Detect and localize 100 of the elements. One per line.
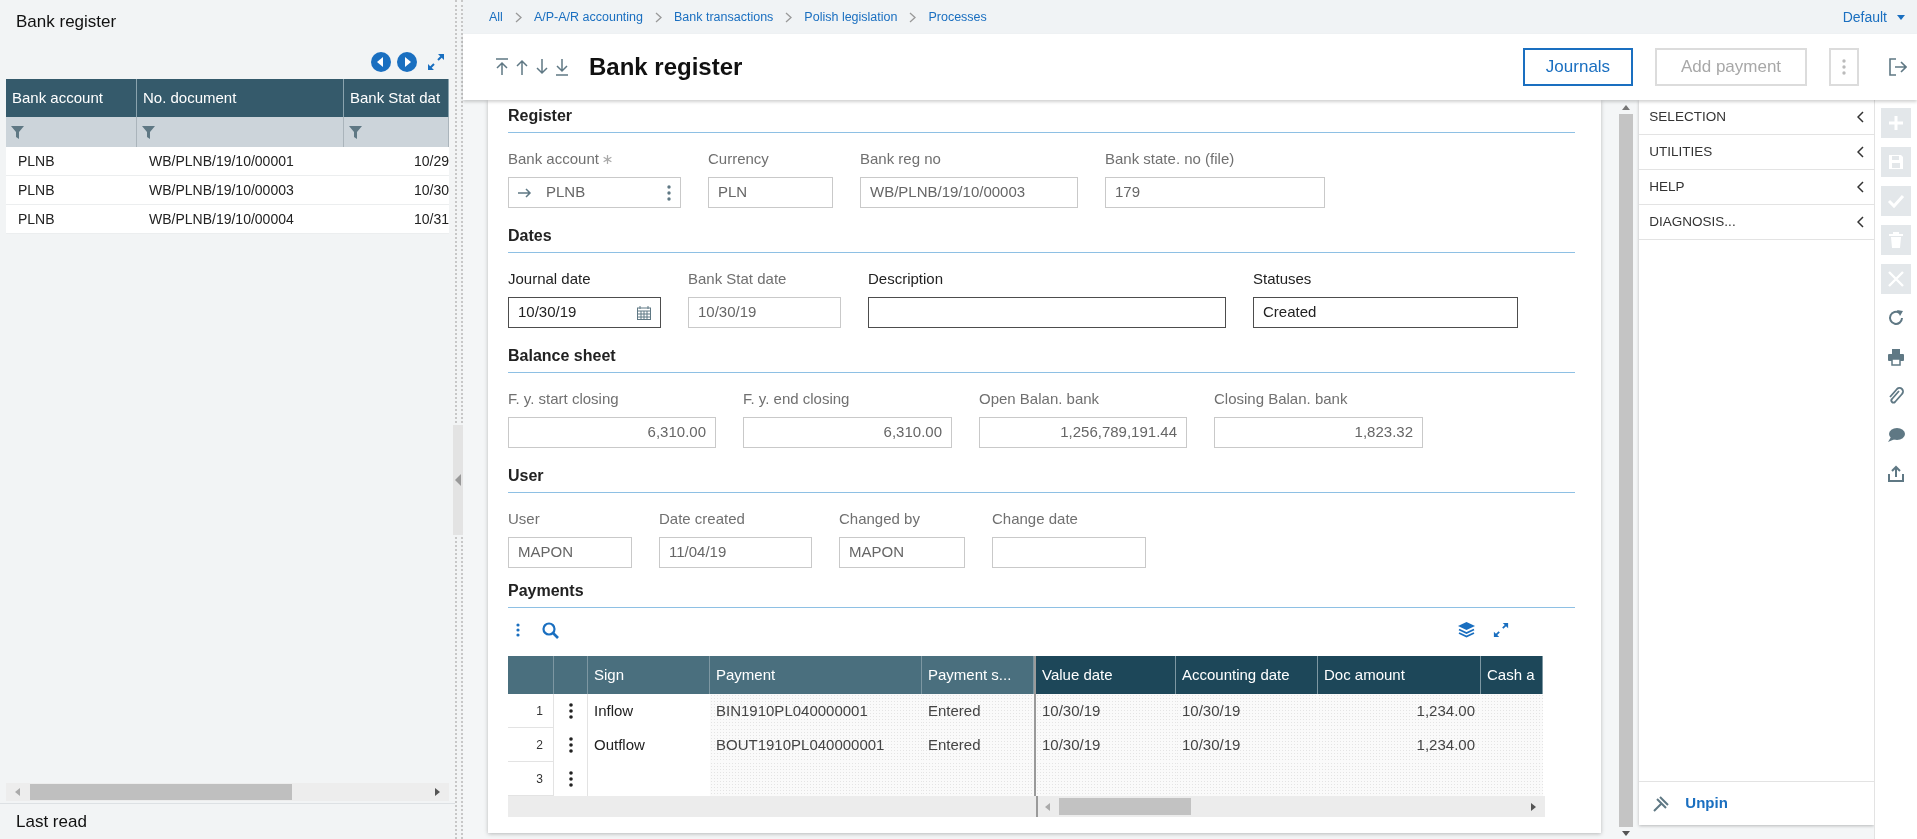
expand-icon[interactable]: [1493, 622, 1509, 638]
kebab-icon[interactable]: [568, 771, 573, 787]
filter-icon[interactable]: [11, 125, 24, 139]
section-heading: Balance sheet: [508, 346, 616, 366]
table-cell: 1,234.00: [1318, 728, 1481, 762]
field-label: Bank state. no (file): [1105, 148, 1235, 169]
filter-icon[interactable]: [142, 125, 155, 139]
field-label: Closing Balan. bank: [1214, 388, 1348, 409]
previous-icon[interactable]: [371, 51, 391, 72]
unpin-button[interactable]: Unpin: [1653, 792, 1728, 815]
table-cell-text: 10/31: [412, 209, 449, 229]
calendar-icon[interactable]: [637, 305, 651, 320]
scroll-right-icon: [1530, 802, 1537, 811]
field-label: Bank Stat date: [688, 268, 787, 289]
row-number: 2: [508, 728, 554, 762]
first-record-icon[interactable]: [495, 58, 509, 76]
breadcrumb-link[interactable]: Polish legislation: [804, 7, 898, 27]
kebab-icon[interactable]: [568, 737, 573, 753]
view-selector[interactable]: Default: [1842, 6, 1905, 28]
table-cell: 10/30/19: [1034, 694, 1176, 728]
refresh-icon: [1887, 309, 1906, 327]
filter-icon[interactable]: [349, 125, 362, 139]
scrollbar-thumb[interactable]: [1059, 798, 1191, 815]
table-cell-text: WB/PLNB/19/10/00004: [148, 209, 295, 229]
field-label: Open Balan. bank: [979, 388, 1100, 409]
field-label: Date created: [659, 508, 745, 529]
table-cell: BIN1910PL040000001: [710, 694, 922, 728]
input-field[interactable]: Created: [1253, 297, 1518, 328]
header-corner: [508, 656, 554, 694]
chevron-right-icon: [514, 11, 522, 23]
column-header[interactable]: Cash a: [1481, 656, 1543, 694]
scroll-down-icon: [1622, 831, 1631, 837]
next-icon[interactable]: [397, 51, 417, 72]
next-record-icon[interactable]: [535, 58, 549, 76]
table-cell: Entered: [922, 694, 1034, 728]
expand-icon[interactable]: [427, 52, 445, 71]
chevron-left-icon: [1857, 146, 1865, 158]
printer-icon: [1887, 348, 1906, 366]
previous-record-icon[interactable]: [515, 58, 529, 76]
kebab-icon[interactable]: [568, 703, 573, 719]
field-label: User: [508, 508, 540, 529]
input-field[interactable]: [868, 297, 1226, 328]
column-header[interactable]: Accounting date: [1176, 656, 1318, 694]
chevron-right-icon: [655, 11, 662, 23]
table-cell-text: PLNB: [17, 151, 56, 171]
field-label: F. y. start closing: [508, 388, 619, 409]
collapse-handle[interactable]: [453, 425, 463, 535]
checkmark-icon: [1887, 192, 1906, 210]
table-cell-text: 10/29: [412, 151, 449, 171]
breadcrumb-link[interactable]: A/P-A/R accounting: [533, 7, 643, 27]
section-heading: Dates: [508, 226, 552, 246]
column-header[interactable]: Value date: [1034, 656, 1176, 694]
field-label: Bank reg no: [860, 148, 941, 169]
layers-icon[interactable]: [1458, 622, 1475, 638]
section-heading: Register: [508, 106, 573, 126]
field-label: Statuses: [1253, 268, 1312, 289]
arrow-right-icon: [518, 187, 532, 198]
page-title: Bank register: [589, 52, 743, 82]
field-label: F. y. end closing: [743, 388, 850, 409]
table-cell: 1,234.00: [1318, 694, 1481, 728]
horizontal-scrollbar[interactable]: [6, 783, 449, 801]
field-label: Description: [868, 268, 944, 289]
table-cell-text: WB/PLNB/19/10/00003: [148, 180, 295, 200]
scroll-right-icon: [433, 788, 441, 796]
breadcrumb-link[interactable]: Processes: [928, 7, 987, 27]
column-header[interactable]: Sign: [588, 656, 710, 694]
field-label: Change date: [992, 508, 1078, 529]
field-label: Bank account: [508, 148, 599, 169]
last-record-icon[interactable]: [555, 58, 569, 76]
caret-down-icon: [1897, 14, 1905, 20]
chevron-left-icon: [1857, 181, 1865, 193]
table-cell: 10/30/19: [1176, 728, 1318, 762]
row-number: 1: [508, 694, 554, 728]
scroll-left-icon: [14, 788, 22, 796]
scrollbar-thumb[interactable]: [30, 784, 292, 800]
breadcrumb-link[interactable]: Bank transactions: [674, 7, 774, 27]
column-header[interactable]: Doc amount: [1318, 656, 1481, 694]
pin-icon: [1653, 795, 1670, 812]
table-cell: 10/30/19: [1176, 694, 1318, 728]
scroll-up-icon: [1622, 104, 1631, 110]
breadcrumb-link[interactable]: All: [489, 7, 503, 27]
search-icon[interactable]: [542, 621, 559, 639]
speech-bubble-icon: [1887, 426, 1906, 444]
column-header[interactable]: Payment: [710, 656, 922, 694]
input-field[interactable]: 10/30/19: [508, 297, 661, 328]
field-label: Journal date: [508, 268, 591, 289]
table-cell: Entered: [922, 728, 1034, 762]
column-header[interactable]: Payment s...: [922, 656, 1034, 694]
section-heading: Payments: [508, 581, 584, 601]
logout-icon[interactable]: [1889, 58, 1907, 76]
chevron-left-icon: [1857, 111, 1865, 123]
trash-icon: [1887, 231, 1906, 249]
chevron-right-icon: [909, 11, 917, 23]
chevron-left-icon: [1857, 216, 1865, 228]
table-cell: 10/30/19: [1034, 728, 1176, 762]
field-label: Currency: [708, 148, 769, 169]
chevron-right-icon: [785, 11, 793, 23]
status-text: Last read: [16, 810, 87, 833]
table-cell: BOUT1910PL040000001: [710, 728, 922, 762]
journals-button[interactable]: Journals: [1523, 48, 1633, 86]
